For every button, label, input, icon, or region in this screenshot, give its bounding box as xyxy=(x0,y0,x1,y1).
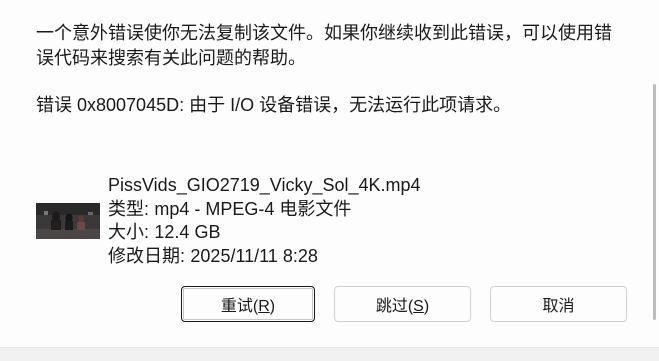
file-details: PissVids_GIO2719_Vicky_Sol_4K.mp4 类型: mp4… xyxy=(108,174,421,268)
skip-label-suffix: ) xyxy=(423,298,430,315)
skip-label-prefix: 跳过( xyxy=(375,298,414,315)
skip-accelerator-key: S xyxy=(413,298,424,315)
dialog-footer-edge xyxy=(0,347,659,361)
file-modified: 修改日期: 2025/11/11 8:28 xyxy=(108,245,421,269)
cancel-button-label: 取消 xyxy=(542,298,575,315)
error-code-text: 错误 0x8007045D: 由于 I/O 设备错误，无法运行此项请求。 xyxy=(36,95,512,115)
file-name: PissVids_GIO2719_Vicky_Sol_4K.mp4 xyxy=(108,175,421,195)
copy-error-dialog: 一个意外错误使你无法复制该文件。如果你继续收到此错误，可以使用错 误代码来搜索有… xyxy=(0,0,659,361)
skip-button[interactable]: 跳过(S) xyxy=(334,286,471,322)
file-thumbnail xyxy=(36,203,100,239)
file-type-label: 类型: xyxy=(108,198,150,219)
retry-button-label: 重试(R) xyxy=(221,292,275,316)
file-modified-value: 2025/11/11 8:28 xyxy=(190,245,318,266)
retry-label-prefix: 重试( xyxy=(220,298,259,315)
file-size-value: 12.4 GB xyxy=(154,222,221,242)
scrollbar-thumb[interactable] xyxy=(653,84,656,320)
retry-accelerator-key: R xyxy=(258,298,270,315)
retry-label-suffix: ) xyxy=(269,298,276,315)
file-size-label: 大小: xyxy=(108,222,150,242)
file-size: 大小: 12.4 GB xyxy=(108,221,421,245)
error-message-line: 一个意外错误使你无法复制该文件。如果你继续收到此错误，可以使用错 xyxy=(36,23,612,43)
file-type: 类型: mp4 - MPEG-4 电影文件 xyxy=(108,198,421,222)
error-message: 一个意外错误使你无法复制该文件。如果你继续收到此错误，可以使用错 误代码来搜索有… xyxy=(36,21,612,71)
skip-button-label: 跳过(S) xyxy=(376,292,429,316)
error-message-line: 误代码来搜索有关此问题的帮助。 xyxy=(36,48,306,68)
file-modified-label: 修改日期: xyxy=(108,245,186,266)
retry-button[interactable]: 重试(R) xyxy=(181,286,315,322)
file-type-value: mp4 - MPEG-4 电影文件 xyxy=(154,198,352,219)
cancel-button[interactable]: 取消 xyxy=(490,286,627,322)
